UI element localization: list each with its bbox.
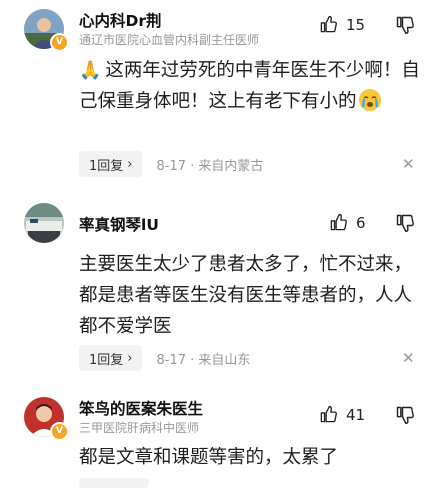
chevron-right-icon: › <box>127 156 133 172</box>
chevron-right-icon: › <box>127 350 133 366</box>
commenter-name[interactable]: 笨鸟的医案朱医生 <box>79 397 203 419</box>
commenter-name[interactable]: 心内科Dr荆 <box>79 9 162 31</box>
commenter-title: 三甲医院肝病科中医师 <box>79 421 200 435</box>
verified-badge: V <box>50 33 69 52</box>
avatar[interactable] <box>24 203 64 243</box>
comment-meta: 1回复 › 8-17 · 来自山东 <box>79 345 250 371</box>
commenter-title: 通辽市医院心血管内科副主任医师 <box>79 33 260 47</box>
thumbs-up-icon <box>330 213 347 231</box>
reply-button[interactable]: 1回复 › <box>79 151 143 177</box>
close-icon[interactable]: ✕ <box>402 155 415 173</box>
commenter-name[interactable]: 率真钢琴lU <box>79 213 159 235</box>
reply-button[interactable]: 1回复 › <box>79 345 143 371</box>
comment-text: 都是文章和课题等害的，太累了 <box>79 447 339 468</box>
comment-text: 主要医生太少了患者太多了，忙不过来，都是患者等医生没有医生等患者的，人人都不爱学… <box>79 254 413 337</box>
thumbs-down-icon[interactable] <box>395 405 415 425</box>
comment-text-block: 🙏 这两年过劳死的中青年医生不少啊！自己保重身体吧！这上有老下有小的 <box>79 55 424 117</box>
pray-emoji: 🙏 <box>79 60 102 81</box>
thumbs-up-icon <box>320 405 337 423</box>
comment-date-location: 8-17 · 来自内蒙古 <box>156 158 264 174</box>
reply-count: 1回复 <box>89 352 124 368</box>
thumbs-up-icon <box>320 15 337 33</box>
like-button[interactable]: 41 <box>319 405 365 424</box>
reply-count: 1回复 <box>89 158 124 174</box>
like-count: 15 <box>346 15 366 34</box>
thumbs-down-icon[interactable] <box>395 213 415 233</box>
comment-meta: 1回复 › 8-17 · 来自内蒙古 <box>79 151 263 177</box>
reply-button[interactable] <box>79 478 149 488</box>
thumbs-down-icon[interactable] <box>395 15 415 35</box>
like-count: 41 <box>346 405 366 424</box>
crying-face-icon <box>358 89 381 111</box>
verified-badge: V <box>50 422 69 441</box>
close-icon[interactable]: ✕ <box>402 349 415 367</box>
like-button[interactable]: 15 <box>319 15 365 34</box>
comment-date-location: 8-17 · 来自山东 <box>156 352 251 368</box>
like-count: 6 <box>356 213 366 232</box>
like-button[interactable]: 6 <box>329 213 366 232</box>
